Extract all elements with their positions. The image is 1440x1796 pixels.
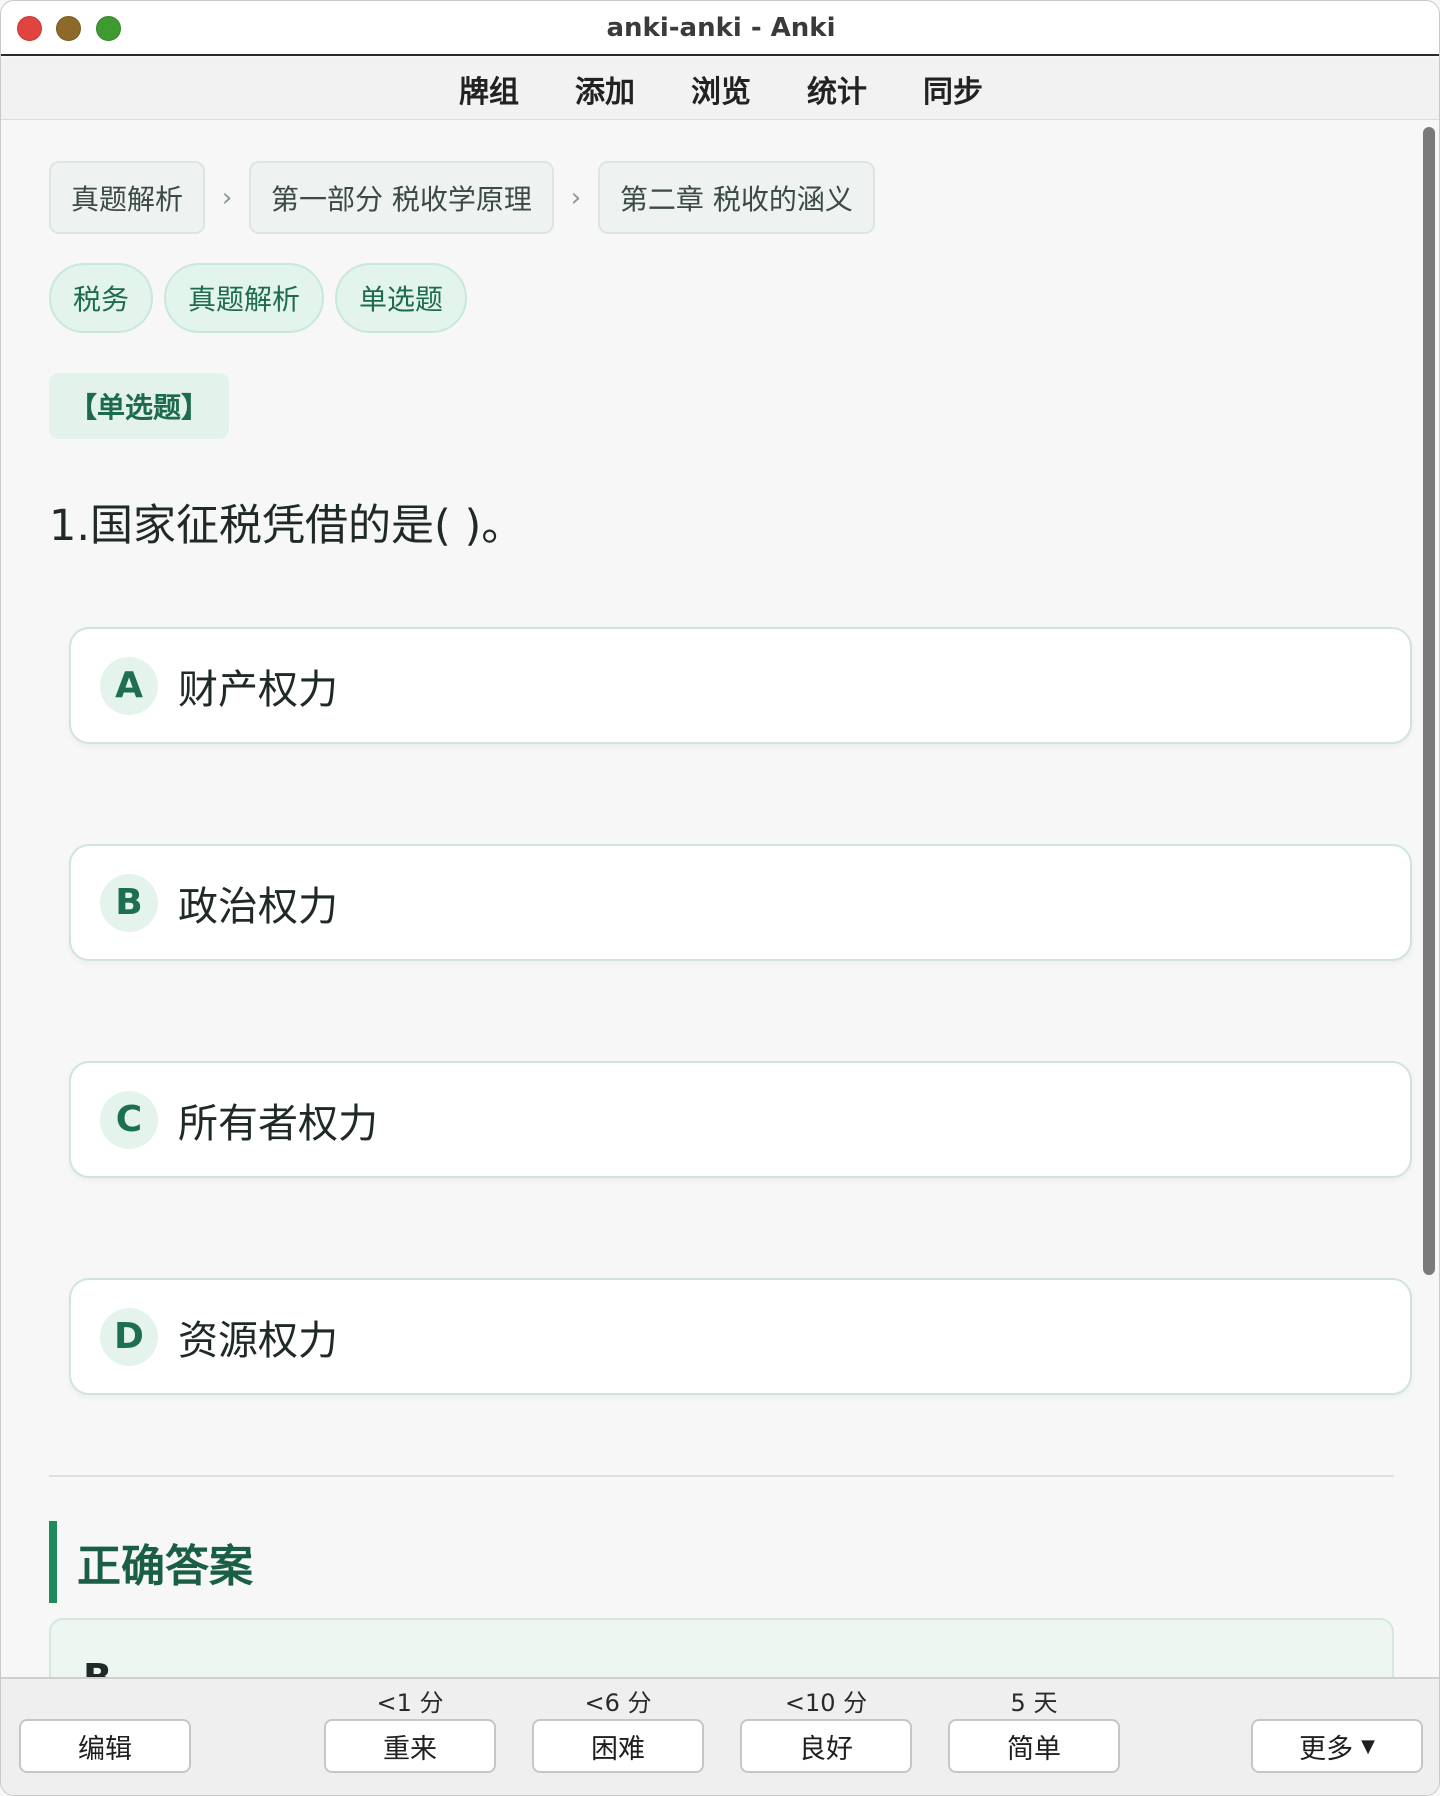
title-bar: anki-anki - Anki <box>1 1 1439 56</box>
option-letter-badge: C <box>100 1090 158 1149</box>
section-divider <box>49 1475 1394 1477</box>
option-letter-badge: B <box>100 873 158 932</box>
edit-button[interactable]: 编辑 <box>19 1719 191 1773</box>
correct-answer-heading: 正确答案 <box>49 1521 253 1603</box>
option-text: 财产权力 <box>178 666 338 713</box>
answer-value: B <box>83 1656 112 1677</box>
menu-browse[interactable]: 浏览 <box>691 67 751 111</box>
question-type-label: 【单选题】 <box>49 373 229 439</box>
again-button[interactable]: 重来 <box>324 1719 496 1773</box>
menu-stats[interactable]: 统计 <box>807 67 867 111</box>
caret-down-icon: ▼ <box>1361 1735 1375 1757</box>
breadcrumb-item: 第二章 税收的涵义 <box>597 161 875 234</box>
option-text: 政治权力 <box>178 883 338 930</box>
card-content: 真题解析 › 第一部分 税收学原理 › 第二章 税收的涵义 税务 真题解析 单选… <box>1 121 1439 1677</box>
easy-button[interactable]: 简单 <box>948 1719 1120 1773</box>
anki-window: anki-anki - Anki 牌组 添加 浏览 统计 同步 真题解析 › 第… <box>0 0 1440 1796</box>
more-button[interactable]: 更多 ▼ <box>1251 1719 1423 1773</box>
chevron-right-icon: › <box>570 182 582 213</box>
tag: 单选题 <box>335 263 468 333</box>
question-text: 1.国家征税凭借的是( )。 <box>49 501 525 551</box>
review-bottom-bar: 编辑 <1 分 重来 <6 分 困难 <10 分 良好 5 天 简单 更多 ▼ <box>1 1677 1439 1795</box>
top-menu: 牌组 添加 浏览 统计 同步 <box>1 58 1439 120</box>
tag-list: 税务 真题解析 单选题 <box>49 263 468 333</box>
option-letter-badge: D <box>100 1307 158 1366</box>
again-interval: <1 分 <box>376 1689 444 1717</box>
menu-decks[interactable]: 牌组 <box>459 67 519 111</box>
answer-box: B <box>49 1618 1394 1677</box>
chevron-right-icon: › <box>221 182 233 213</box>
menu-add[interactable]: 添加 <box>575 67 635 111</box>
easy-interval: 5 天 <box>1010 1689 1058 1717</box>
option-c[interactable]: C 所有者权力 <box>69 1061 1412 1178</box>
option-d[interactable]: D 资源权力 <box>69 1278 1412 1395</box>
good-button[interactable]: 良好 <box>740 1719 912 1773</box>
window-title: anki-anki - Anki <box>606 13 836 43</box>
option-text: 所有者权力 <box>178 1100 378 1147</box>
vertical-scrollbar[interactable] <box>1423 127 1435 1275</box>
menu-sync[interactable]: 同步 <box>923 67 983 111</box>
more-label: 更多 <box>1299 1733 1354 1765</box>
breadcrumb-item: 第一部分 税收学原理 <box>249 161 554 234</box>
good-interval: <10 分 <box>784 1689 868 1717</box>
breadcrumb-item: 真题解析 <box>49 161 206 234</box>
option-text: 资源权力 <box>178 1317 338 1364</box>
tag: 真题解析 <box>164 263 325 333</box>
hard-button[interactable]: 困难 <box>532 1719 704 1773</box>
option-a[interactable]: A 财产权力 <box>69 627 1412 744</box>
option-letter-badge: A <box>100 656 158 715</box>
breadcrumb: 真题解析 › 第一部分 税收学原理 › 第二章 税收的涵义 <box>49 161 875 234</box>
tag: 税务 <box>49 263 154 333</box>
option-b[interactable]: B 政治权力 <box>69 844 1412 961</box>
hard-interval: <6 分 <box>584 1689 652 1717</box>
